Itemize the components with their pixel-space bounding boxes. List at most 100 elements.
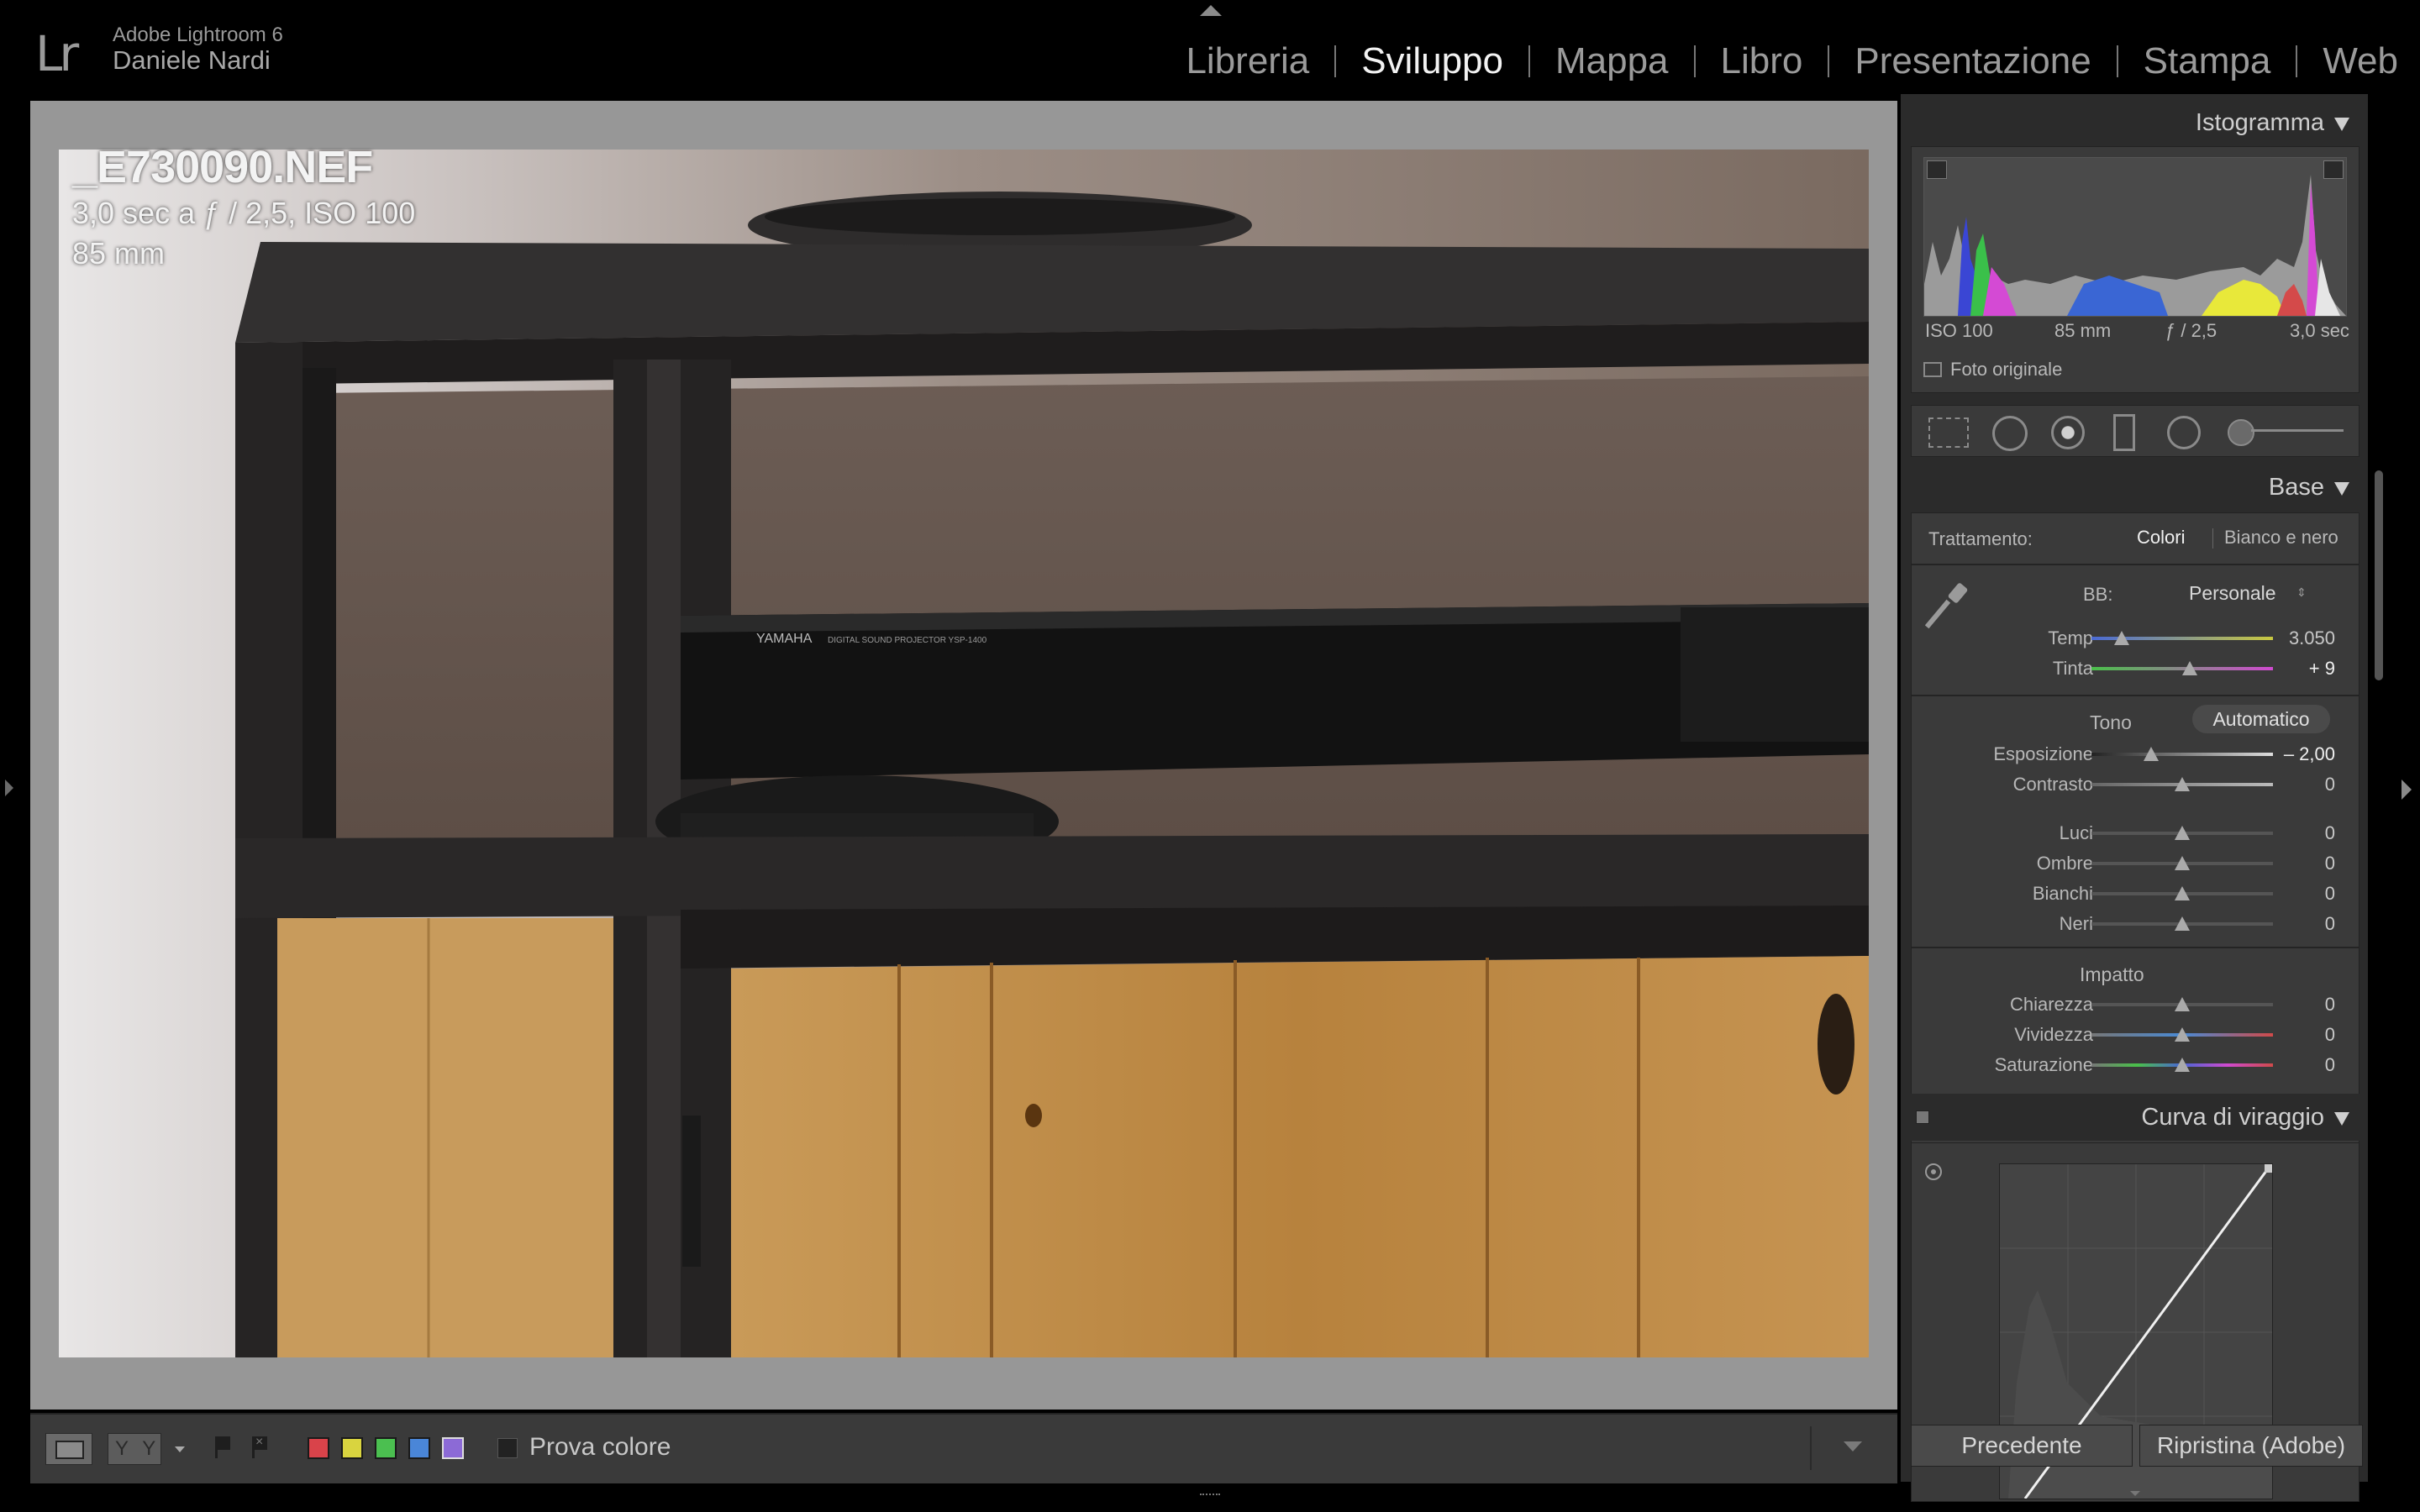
saturation-slider-knob[interactable] [2175,1058,2190,1072]
color-label-green[interactable] [375,1437,397,1459]
wb-preset-select[interactable]: Personale [2189,582,2276,605]
reset-button[interactable]: Ripristina (Adobe) [2139,1425,2363,1467]
collapse-triangle-icon [2334,118,2349,131]
right-panel: Istogramma ISO 100 85 mm ƒ / 2,5 3,0 sec… [1901,94,2368,1502]
before-after-view-button[interactable]: Y Y [108,1433,161,1465]
top-panel-toggle-icon[interactable] [1200,5,1222,16]
tint-label: Tinta [2052,658,2093,679]
previous-button[interactable]: Precedente [1911,1425,2133,1467]
toolbar-content-dropdown-icon[interactable] [1844,1441,1862,1452]
contrast-label: Contrasto [2012,774,2093,795]
curve-panel-expand-icon[interactable] [2130,1491,2140,1496]
tool-strip [1911,405,2360,457]
tint-value[interactable]: + 9 [2309,658,2335,680]
original-photo-checkbox[interactable] [1923,362,1942,377]
soft-proof-label: Prova colore [529,1433,671,1461]
histogram-shutter: 3,0 sec [2290,320,2349,341]
treatment-separator [2212,528,2213,549]
color-label-red[interactable] [308,1437,329,1459]
loupe-view-button[interactable] [45,1433,92,1465]
radial-filter-icon[interactable] [2167,416,2201,449]
adjustment-brush-icon[interactable] [2228,417,2345,446]
module-libreria[interactable]: Libreria [1160,40,1334,82]
app-title: Adobe Lightroom 6 [113,24,283,46]
auto-tone-button[interactable]: Automatico [2192,705,2330,733]
exposure-label: Esposizione [1993,743,2093,764]
exposure-slider-track[interactable] [2091,753,2273,756]
right-panel-toggle-icon[interactable] [2402,780,2412,800]
histogram-graph[interactable] [1923,157,2347,317]
module-presentazione[interactable]: Presentazione [1829,40,2116,82]
left-panel-toggle-icon[interactable] [5,780,13,796]
before-after-dropdown-icon[interactable] [175,1446,185,1452]
whites-slider-knob[interactable] [2175,886,2190,900]
whites-value[interactable]: 0 [2325,883,2335,905]
highlights-slider-knob[interactable] [2175,826,2190,840]
blacks-slider-knob[interactable] [2175,916,2190,931]
clarity-slider-knob[interactable] [2175,997,2190,1011]
tone-curve-title: Curva di viraggio [2141,1104,2324,1131]
identity-plate-user: Daniele Nardi [113,45,271,75]
flag-reject-icon[interactable]: × [250,1435,271,1460]
tone-curve-panel-header[interactable]: Curva di viraggio [1901,1094,2368,1141]
collapse-triangle-icon [2334,482,2349,496]
vibrance-value[interactable]: 0 [2325,1024,2335,1046]
flag-pick-icon[interactable] [213,1435,234,1460]
module-web[interactable]: Web [2297,40,2398,82]
base-panel-title: Base [2268,474,2324,501]
bottom-toolbar: Y Y × Prova colore [30,1413,1897,1483]
photo-preview[interactable]: YAMAHA DIGITAL SOUND PROJECTOR YSP-1400 [59,150,1869,1357]
saturation-label: Saturazione [1994,1054,2093,1075]
shadows-slider-knob[interactable] [2175,856,2190,870]
base-panel-header[interactable]: Base [1901,464,2368,511]
clarity-label: Chiarezza [2009,994,2093,1015]
contrast-value[interactable]: 0 [2325,774,2335,795]
auto-tone-label: Automatico [2212,708,2310,730]
temp-slider-knob[interactable] [2114,631,2129,645]
module-mappa[interactable]: Mappa [1530,40,1694,82]
treatment-color-option[interactable]: Colori [2137,527,2185,549]
target-adjustment-icon[interactable] [1925,1163,1942,1180]
soft-proof-checkbox[interactable] [497,1438,518,1458]
right-panel-scrollbar[interactable] [2375,470,2383,680]
module-libro[interactable]: Libro [1696,40,1828,82]
treatment-label: Trattamento: [1928,528,2033,549]
temp-value[interactable]: 3.050 [2289,627,2335,649]
device-model-text: DIGITAL SOUND PROJECTOR YSP-1400 [828,636,987,645]
color-label-purple[interactable] [442,1437,464,1459]
blacks-value[interactable]: 0 [2325,913,2335,935]
wb-eyedropper-icon[interactable] [1924,582,1969,629]
saturation-value[interactable]: 0 [2325,1054,2335,1076]
device-brand-text: YAMAHA [756,632,813,646]
module-sviluppo[interactable]: Sviluppo [1336,40,1528,82]
original-photo-label: Foto originale [1950,359,2063,380]
crop-tool-icon[interactable] [1928,417,1969,448]
spot-removal-icon[interactable] [1992,416,2028,451]
red-eye-icon[interactable] [2051,416,2085,449]
tone-section-label: Tono [2090,711,2132,733]
treatment-bw-option[interactable]: Bianco e nero [2224,527,2338,549]
color-label-yellow[interactable] [341,1437,363,1459]
base-panel: Trattamento: Colori Bianco e nero BB: Pe… [1911,512,2360,1188]
collapse-triangle-icon [2334,1112,2349,1126]
module-picker: Libreria Sviluppo Mappa Libro Presentazi… [1160,40,2398,82]
histogram-panel-header[interactable]: Istogramma [1901,99,2368,146]
exposure-slider-knob[interactable] [2144,747,2159,761]
highlight-clipping-indicator[interactable] [2323,160,2344,179]
vibrance-slider-knob[interactable] [2175,1027,2190,1042]
tint-slider-knob[interactable] [2182,661,2197,675]
histogram-iso: ISO 100 [1925,320,1993,341]
module-stampa[interactable]: Stampa [2118,40,2296,82]
panel-toggle-switch[interactable] [1916,1110,1929,1124]
shadows-value[interactable]: 0 [2325,853,2335,874]
color-label-blue[interactable] [408,1437,430,1459]
filmstrip-toggle-icon[interactable] [1200,1494,1220,1504]
clarity-value[interactable]: 0 [2325,994,2335,1016]
shadow-clipping-indicator[interactable] [1927,160,1947,179]
vibrance-label: Vividezza [2014,1024,2093,1045]
highlights-value[interactable]: 0 [2325,822,2335,844]
graduated-filter-icon[interactable] [2113,414,2135,451]
wb-select-arrows-icon: ⇕ [2296,585,2307,599]
exposure-value[interactable]: – 2,00 [2284,743,2335,765]
contrast-slider-knob[interactable] [2175,777,2190,791]
